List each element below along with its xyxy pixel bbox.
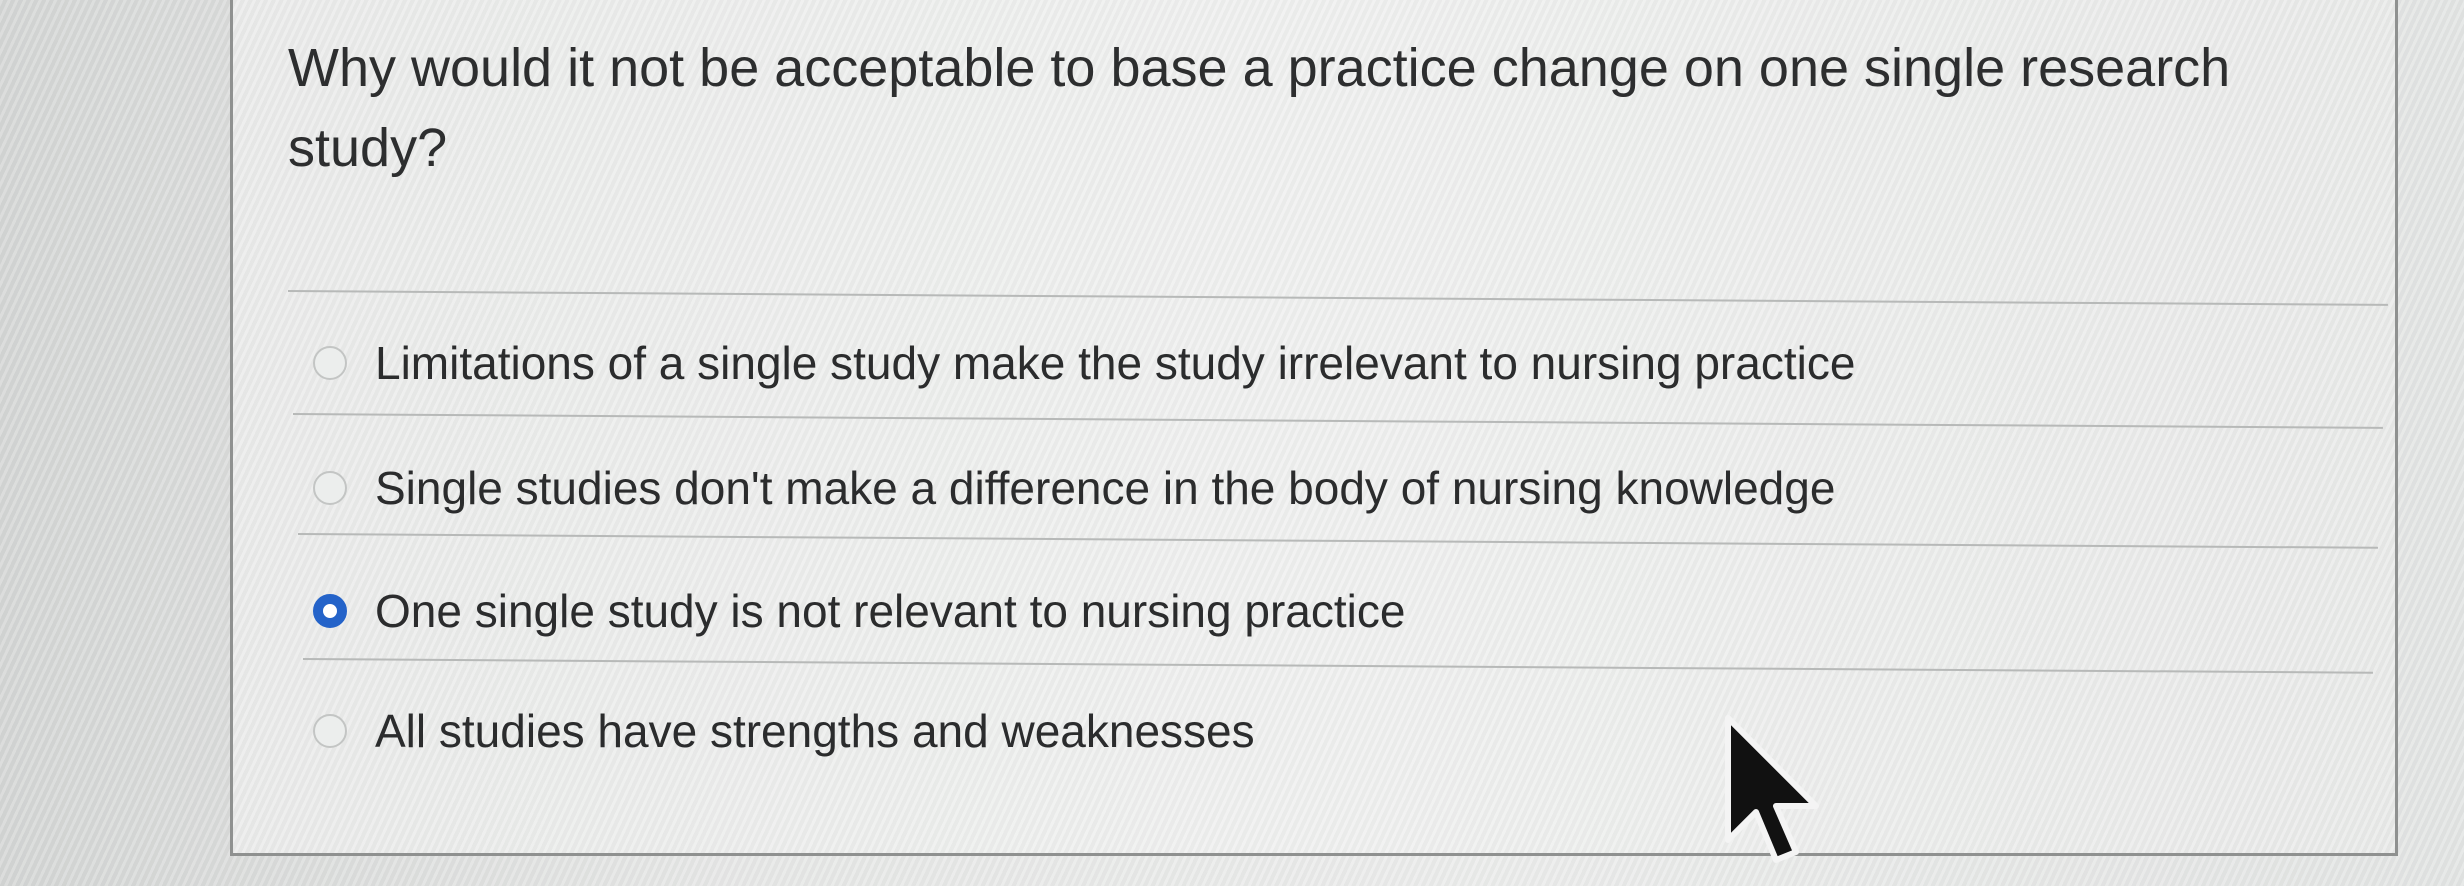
answer-option-4[interactable]: All studies have strengths and weaknesse… xyxy=(313,691,1255,771)
radio-button-2[interactable] xyxy=(313,471,347,505)
quiz-question-panel: Why would it not be acceptable to base a… xyxy=(230,0,2398,856)
divider xyxy=(297,533,2378,549)
divider xyxy=(287,290,2388,306)
radio-button-1[interactable] xyxy=(313,346,347,380)
divider xyxy=(302,658,2373,674)
answer-option-label: One single study is not relevant to nurs… xyxy=(375,585,1406,637)
answer-option-label: All studies have strengths and weaknesse… xyxy=(375,705,1255,757)
radio-button-4[interactable] xyxy=(313,714,347,748)
answer-option-2[interactable]: Single studies don't make a difference i… xyxy=(313,448,1835,528)
answer-option-3[interactable]: One single study is not relevant to nurs… xyxy=(313,571,1405,651)
answer-option-label: Limitations of a single study make the s… xyxy=(375,337,1856,389)
mouse-pointer-icon xyxy=(1725,715,1819,863)
radio-button-3-selected[interactable] xyxy=(313,594,347,628)
divider xyxy=(292,413,2383,429)
answer-option-1[interactable]: Limitations of a single study make the s… xyxy=(313,323,1855,403)
answer-option-label: Single studies don't make a difference i… xyxy=(375,462,1836,514)
question-text: Why would it not be acceptable to base a… xyxy=(288,38,2231,178)
